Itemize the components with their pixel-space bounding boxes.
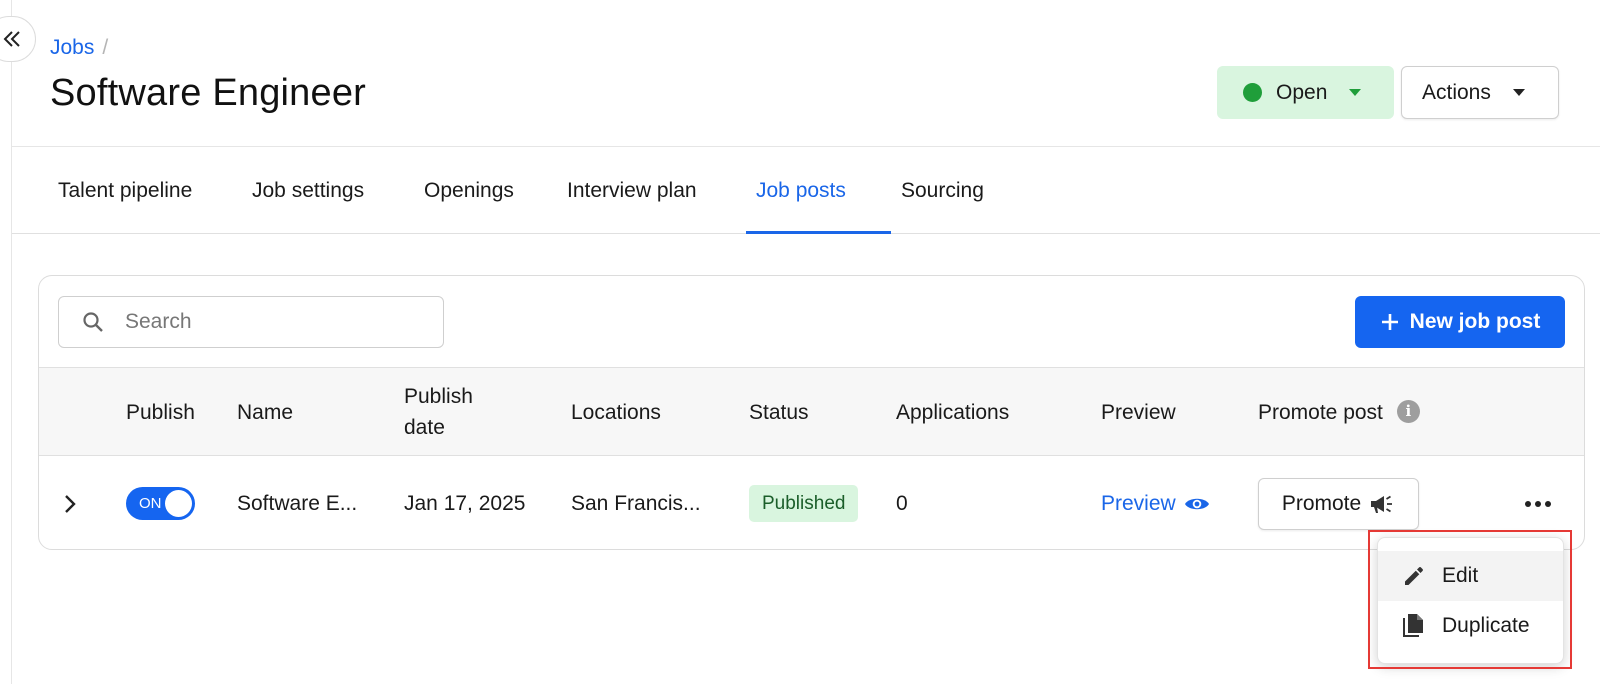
menu-item-edit[interactable]: Edit bbox=[1378, 551, 1563, 601]
promote-button-label: Promote bbox=[1281, 491, 1362, 515]
status-badge: Published bbox=[749, 485, 859, 522]
column-header-name: Name bbox=[237, 401, 294, 424]
publish-toggle-cell: ON bbox=[126, 456, 195, 549]
info-icon[interactable]: i bbox=[1396, 400, 1420, 424]
more-dot-icon bbox=[1545, 500, 1551, 507]
publish-toggle[interactable]: ON bbox=[126, 487, 195, 520]
promote-cell: Promote bbox=[1258, 456, 1419, 549]
plus-icon bbox=[1381, 314, 1398, 330]
pencil-icon bbox=[1405, 567, 1423, 585]
column-header-publish: Publish bbox=[126, 401, 195, 424]
column-header-publish-date-line2: date bbox=[404, 416, 445, 439]
megaphone-icon bbox=[1371, 495, 1393, 513]
column-header-promote-post-label: Promote post bbox=[1258, 401, 1383, 424]
job-post-publish-date: Jan 17, 2025 bbox=[404, 491, 526, 515]
toggle-knob bbox=[165, 490, 192, 517]
table-row: ON Software E... Jan 17, 2025 San Franci… bbox=[39, 456, 1584, 549]
status-dot-icon bbox=[1243, 83, 1262, 102]
row-context-menu: Edit Duplicate bbox=[1377, 537, 1564, 664]
status-cell: Published bbox=[749, 456, 859, 549]
caret-down-icon bbox=[1512, 89, 1525, 96]
tab-job-settings[interactable]: Job settings bbox=[252, 147, 364, 234]
column-header-publish-date: Publish date bbox=[404, 381, 473, 443]
search-icon bbox=[83, 312, 103, 332]
page-title: Software Engineer bbox=[50, 72, 367, 114]
copy-icon bbox=[1403, 614, 1423, 637]
applications-count: 0 bbox=[896, 491, 908, 515]
column-header-applications: Applications bbox=[896, 401, 1010, 424]
menu-item-duplicate[interactable]: Duplicate bbox=[1378, 601, 1563, 651]
active-tab-indicator bbox=[746, 231, 891, 234]
tab-openings[interactable]: Openings bbox=[424, 147, 514, 234]
tab-job-posts[interactable]: Job posts bbox=[756, 147, 846, 234]
promote-button[interactable]: Promote bbox=[1258, 477, 1419, 530]
left-rail bbox=[0, 0, 12, 684]
menu-item-edit-label: Edit bbox=[1442, 564, 1479, 587]
breadcrumb-jobs-link[interactable]: Jobs bbox=[50, 36, 94, 60]
menu-item-duplicate-label: Duplicate bbox=[1442, 614, 1530, 637]
chevron-right-icon bbox=[65, 494, 76, 513]
column-header-promote-post: Promote post i bbox=[1258, 397, 1420, 428]
expand-row-button[interactable] bbox=[61, 456, 79, 549]
more-dot-icon bbox=[1525, 500, 1531, 507]
breadcrumb: Jobs / bbox=[50, 36, 108, 60]
job-status-dropdown[interactable]: Open bbox=[1217, 66, 1394, 119]
job-post-name: Software E... bbox=[237, 491, 358, 515]
table-header: Publish Name Publish date Locations Stat… bbox=[39, 367, 1584, 456]
more-options-button[interactable] bbox=[1525, 456, 1551, 549]
column-header-locations: Locations bbox=[571, 401, 661, 424]
caret-down-icon bbox=[1349, 89, 1362, 96]
tab-sourcing[interactable]: Sourcing bbox=[901, 147, 984, 234]
column-header-publish-date-line1: Publish bbox=[404, 385, 473, 408]
tab-interview-plan[interactable]: Interview plan bbox=[567, 147, 697, 234]
more-dot-icon bbox=[1535, 500, 1541, 507]
job-status-label: Open bbox=[1276, 80, 1328, 104]
eye-icon bbox=[1184, 498, 1209, 509]
search-field[interactable] bbox=[58, 296, 444, 348]
job-post-location: San Francis... bbox=[571, 491, 701, 515]
actions-dropdown[interactable]: Actions bbox=[1401, 66, 1559, 119]
new-job-post-button[interactable]: New job post bbox=[1355, 296, 1565, 348]
actions-label: Actions bbox=[1422, 80, 1491, 104]
preview-link[interactable]: Preview bbox=[1101, 492, 1210, 516]
search-input[interactable] bbox=[125, 310, 405, 334]
preview-link-label: Preview bbox=[1101, 491, 1176, 515]
column-header-preview: Preview bbox=[1101, 401, 1176, 424]
preview-cell: Preview bbox=[1101, 456, 1210, 549]
publish-toggle-label: ON bbox=[139, 495, 162, 512]
job-tabs: Talent pipeline Job settings Openings In… bbox=[12, 147, 1600, 234]
new-job-post-label: New job post bbox=[1409, 310, 1541, 333]
job-posts-card: New job post Publish Name Publish date L… bbox=[38, 275, 1585, 550]
column-header-status: Status bbox=[749, 401, 809, 424]
tab-talent-pipeline[interactable]: Talent pipeline bbox=[58, 147, 192, 234]
breadcrumb-separator: / bbox=[102, 36, 109, 59]
